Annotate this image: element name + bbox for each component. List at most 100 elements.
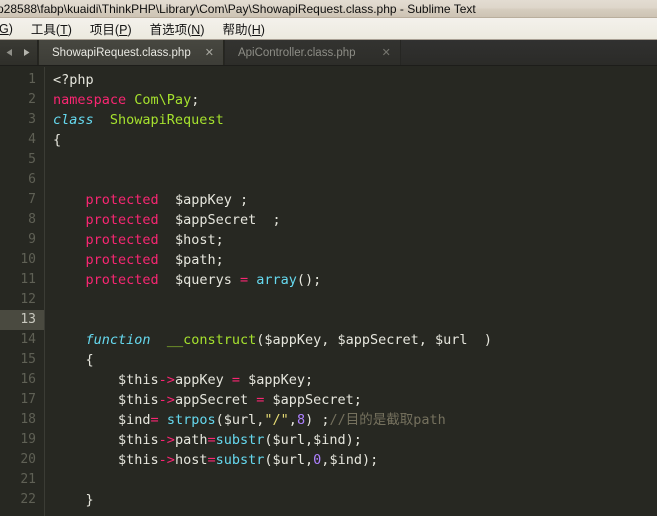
code-token: appKey [174, 372, 232, 388]
code-line[interactable] [53, 310, 657, 330]
close-icon[interactable]: ✕ [205, 47, 214, 58]
code-line[interactable]: namespace Com\Pay; [53, 90, 657, 110]
code-content-area[interactable]: <?php namespace Com\Pay; class ShowapiRequ… [44, 67, 657, 516]
tab-bar: ShowapiRequest.class.php ✕ ApiController.c… [0, 40, 657, 66]
code-token: function [85, 332, 151, 348]
tab-list: ShowapiRequest.class.php ✕ ApiController.c… [38, 40, 401, 65]
code-token: ) [467, 332, 492, 348]
menu-item-mnemonic: (P) [114, 23, 132, 37]
code-line[interactable] [53, 290, 657, 310]
code-line[interactable]: <?php [53, 70, 657, 90]
line-number: 9 [28, 232, 36, 247]
code-token: , [288, 412, 297, 428]
code-token: ; [191, 92, 200, 108]
line-number: 20 [20, 452, 36, 467]
code-token: $this [118, 392, 159, 408]
menu-item-1[interactable]: G) [0, 21, 22, 37]
code-token: protected [85, 252, 159, 268]
code-token: -> [158, 432, 175, 448]
line-number: 21 [20, 472, 36, 487]
code-token: strpos [166, 412, 216, 428]
code-line[interactable]: } [53, 490, 657, 510]
line-number: 6 [28, 172, 36, 187]
editor-tab-1[interactable]: ShowapiRequest.class.php ✕ [38, 40, 224, 65]
code-line[interactable]: protected $path; [53, 250, 657, 270]
code-token: $url [223, 412, 257, 428]
code-line[interactable] [53, 470, 657, 490]
code-token: = [231, 372, 240, 388]
menu-item-2[interactable]: 工具(T) [22, 18, 81, 39]
code-editor[interactable]: 1 2 3 4 5 6 7 8 9 10 11 12 13 14 15 16 17 18 19 20 21 22 <?ph… [0, 67, 657, 516]
triangle-left-icon[interactable] [3, 46, 16, 59]
code-token: host [174, 452, 208, 468]
code-line[interactable]: $this->appSecret = $appSecret; [53, 390, 657, 410]
code-token: ) ; [305, 412, 330, 428]
code-line[interactable]: protected $querys = array(); [53, 270, 657, 290]
code-line[interactable]: protected $appKey ; [53, 190, 657, 210]
code-line[interactable] [53, 170, 657, 190]
code-token: = [150, 412, 159, 428]
menu-bar: G)工具(T)项目(P)首选项(N)帮助(H) [0, 18, 657, 40]
code-line[interactable]: { [53, 130, 657, 150]
line-number: 13 [0, 310, 44, 330]
code-token: $url,$ind [272, 432, 346, 448]
code-line[interactable]: protected $host; [53, 230, 657, 250]
line-number: 2 [28, 92, 36, 107]
code-token: protected [85, 272, 159, 288]
line-number: 11 [20, 272, 36, 287]
code-line[interactable]: function __construct($appKey, $appSecret… [53, 330, 657, 350]
line-number: 16 [20, 372, 36, 387]
code-token: -> [158, 372, 175, 388]
code-token: ); [345, 432, 362, 448]
close-icon[interactable]: ✕ [382, 47, 391, 58]
triangle-right-icon[interactable] [20, 46, 33, 59]
code-token: array [256, 272, 297, 288]
editor-tab-2[interactable]: ApiController.class.php ✕ [223, 40, 401, 65]
code-token: { [53, 132, 62, 148]
line-number: 8 [28, 212, 36, 227]
code-line[interactable]: { [53, 350, 657, 370]
line-number: 10 [20, 252, 36, 267]
menu-item-mnemonic: (H) [247, 23, 265, 37]
menu-item-label: G) [0, 21, 13, 36]
code-line[interactable]: $this->host=substr($url,0,$ind); [53, 450, 657, 470]
menu-item-4[interactable]: 首选项(N) [141, 18, 214, 39]
menu-item-3[interactable]: 项目(P) [81, 18, 141, 39]
code-line[interactable]: class ShowapiRequest [53, 110, 657, 130]
editor-tab-label: ApiController.class.php [237, 46, 356, 59]
code-token: = [207, 452, 216, 468]
code-token: 8 [296, 412, 306, 428]
code-line[interactable]: protected $appSecret ; [53, 210, 657, 230]
code-line[interactable]: $this->path=substr($url,$ind); [53, 430, 657, 450]
menu-item-mnemonic: (N) [187, 23, 205, 37]
menu-item-mnemonic: (T) [55, 23, 72, 37]
code-token: $host; [174, 232, 224, 248]
code-line[interactable] [53, 150, 657, 170]
code-token: protected [85, 232, 159, 248]
menu-item-5[interactable]: 帮助(H) [214, 18, 274, 39]
line-number: 18 [20, 412, 36, 427]
line-number: 17 [20, 392, 36, 407]
menu-item-label: 首选项 [149, 23, 188, 37]
menu-bar-items: G)工具(T)项目(P)首选项(N)帮助(H) [0, 18, 274, 39]
window-titlebar: p28588\fabp\kuaidi\ThinkPHP\Library\Com\… [0, 0, 657, 18]
code-token: (); [296, 272, 322, 288]
code-token: $this [118, 432, 159, 448]
code-token: namespace [53, 92, 127, 108]
code-line[interactable]: $this->appKey = $appKey; [53, 370, 657, 390]
code-token: $appKey ; [174, 192, 249, 208]
line-number: 4 [28, 132, 36, 147]
code-line[interactable]: $ind= strpos($url,"/",8) ;//目的是截取path [53, 410, 657, 430]
code-token: ( [264, 432, 273, 448]
